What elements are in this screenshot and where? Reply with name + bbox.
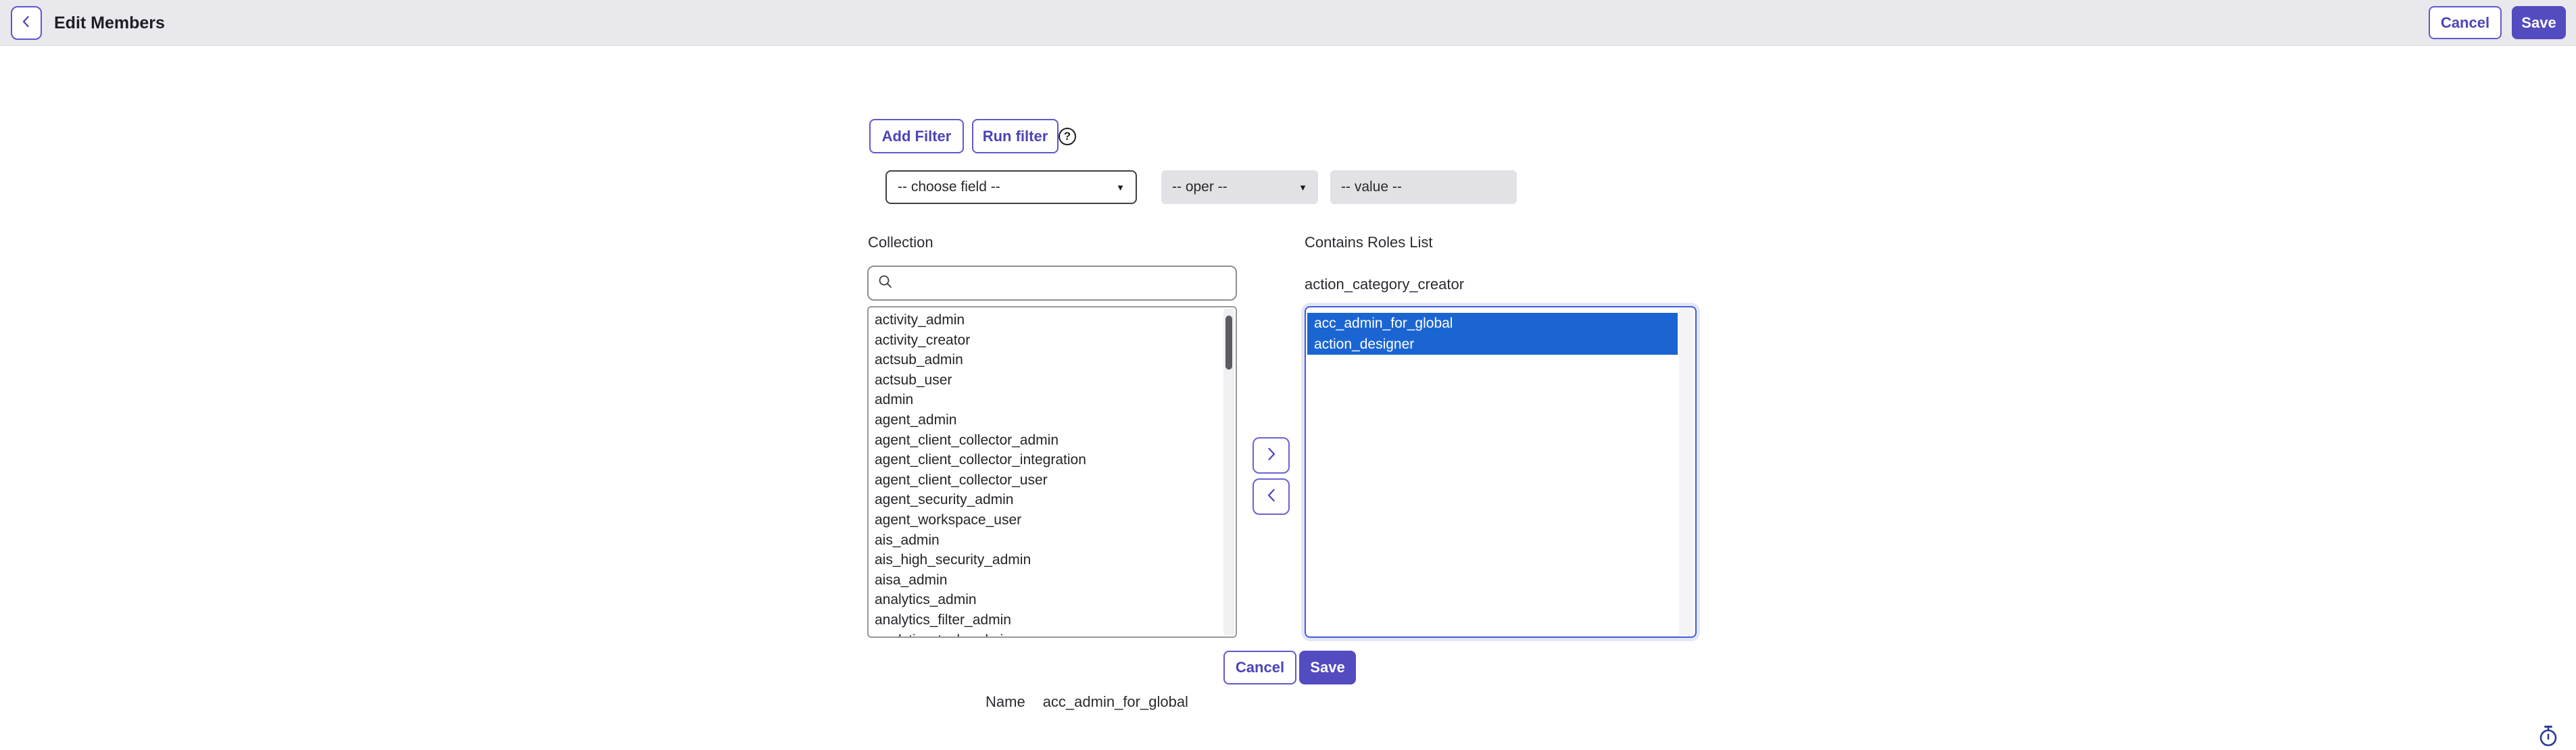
search-icon [877,273,894,294]
cancel-button-bottom[interactable]: Cancel [1223,651,1296,684]
collection-list-item[interactable]: ais_admin [869,530,1221,551]
save-button-bottom[interactable]: Save [1299,651,1356,684]
chevron-left-icon [1263,486,1280,507]
collection-list-item[interactable]: agent_client_collector_user [869,470,1221,491]
choose-field-select[interactable]: -- choose field -- ▼ [885,170,1137,204]
collection-list[interactable]: activity_adminactivity_creatoractsub_adm… [867,306,1237,638]
stopwatch-icon[interactable] [2536,724,2560,749]
operator-value: -- oper -- [1172,179,1228,195]
name-value: acc_admin_for_global [1043,693,1188,711]
collection-scrollbar[interactable] [1223,309,1234,635]
cancel-button-top[interactable]: Cancel [2429,6,2502,39]
collection-search-box [867,266,1237,301]
collection-list-item[interactable]: agent_admin [869,410,1221,430]
add-filter-button[interactable]: Add Filter [869,119,964,153]
chevron-down-icon: ▼ [1116,183,1125,192]
operator-select[interactable]: -- oper -- ▼ [1161,170,1318,204]
chevron-left-icon [18,14,34,33]
roles-selected-items: acc_admin_for_globalaction_designer [1307,313,1678,355]
collection-list-item[interactable]: actsub_admin [869,350,1221,370]
collection-label: Collection [868,234,933,251]
chevron-right-icon [1263,445,1280,466]
value-field-text: -- value -- [1341,179,1402,195]
collection-list-item[interactable]: analytics_tech_admin [869,630,1221,639]
collection-list-item[interactable]: admin [869,390,1221,410]
collection-list-item[interactable]: activity_admin [869,310,1221,330]
collection-list-item[interactable]: agent_workspace_user [869,510,1221,530]
collection-scrollbar-thumb[interactable] [1225,316,1232,370]
selected-role-item[interactable]: acc_admin_for_global [1307,313,1678,334]
collection-list-item[interactable]: activity_creator [869,330,1221,351]
collection-items: activity_adminactivity_creatoractsub_adm… [869,310,1221,638]
chevron-down-icon: ▼ [1298,183,1307,192]
run-filter-button[interactable]: Run filter [972,119,1059,153]
save-button-top[interactable]: Save [2512,6,2566,39]
name-label: Name [986,693,1025,711]
roles-scrollbar[interactable] [1679,309,1694,635]
collection-list-item[interactable]: agent_client_collector_integration [869,450,1221,470]
page-title: Edit Members [54,0,165,46]
selected-role-item[interactable]: action_designer [1307,334,1678,355]
header-bar: Edit Members Cancel Save [0,0,2576,46]
value-field[interactable]: -- value -- [1330,170,1517,204]
collection-list-item[interactable]: ais_high_security_admin [869,550,1221,570]
help-icon[interactable]: ? [1059,128,1076,145]
collection-list-item[interactable]: analytics_admin [869,590,1221,610]
collection-list-item[interactable]: analytics_filter_admin [869,610,1221,630]
collection-search-input[interactable] [900,266,1228,300]
collection-list-item[interactable]: agent_client_collector_admin [869,430,1221,451]
name-row: Name acc_admin_for_global [986,693,1188,711]
roles-selected-list[interactable]: acc_admin_for_globalaction_designer [1305,306,1697,638]
roles-list-label: Contains Roles List [1305,234,1433,251]
collection-list-item[interactable]: actsub_user [869,370,1221,391]
collection-list-item[interactable]: agent_security_admin [869,490,1221,510]
move-right-button[interactable] [1253,437,1290,474]
back-button[interactable] [11,6,42,40]
choose-field-value: -- choose field -- [898,179,1000,195]
roles-field-name: action_category_creator [1305,276,1464,293]
edit-members-page: Edit Members Cancel Save Add Filter Run … [0,0,2576,750]
collection-list-item[interactable]: aisa_admin [869,570,1221,591]
move-left-button[interactable] [1253,478,1290,515]
